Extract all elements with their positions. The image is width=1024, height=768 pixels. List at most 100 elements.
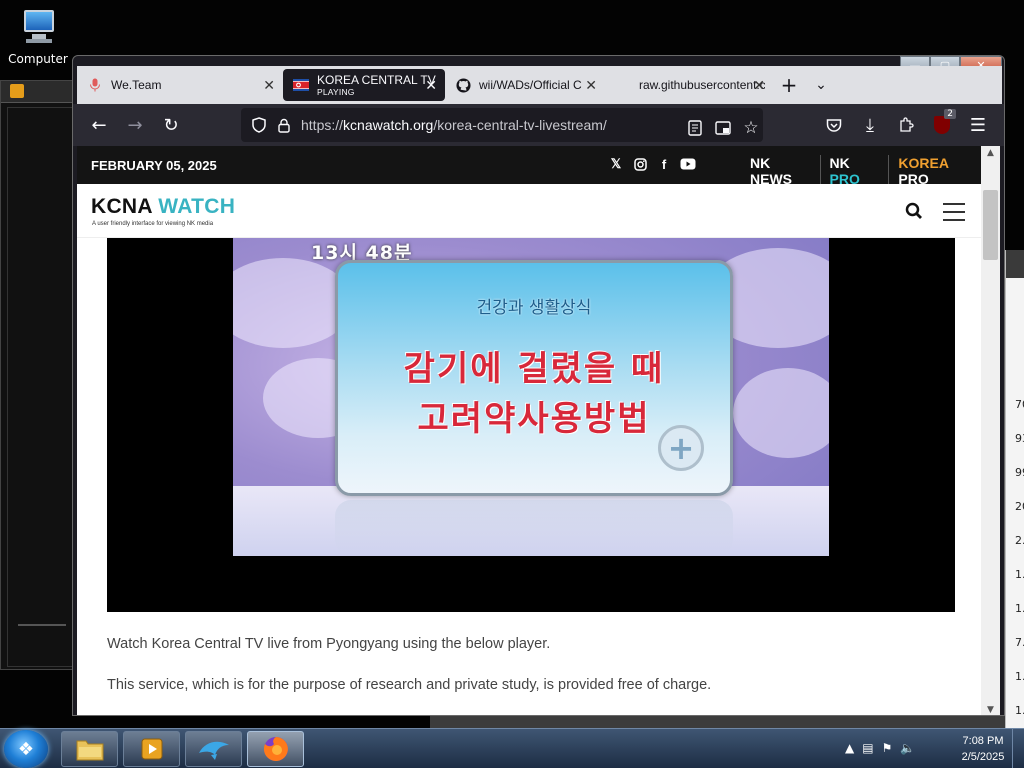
list-all-tabs-button[interactable]: ⌄ xyxy=(805,69,837,101)
network-brands: NK NEWS NK PRO KOREA PRO xyxy=(741,155,985,187)
tab-korea-central-tv[interactable]: KOREA CENTRAL TV PLAYING ✕ xyxy=(283,69,445,101)
web-content: FEBRUARY 05, 2025 𝕏 f NK NEWS NK PRO KOR… xyxy=(77,146,985,715)
show-hidden-icons-icon[interactable]: ▲ xyxy=(845,741,854,755)
url-text[interactable]: https://kcnawatch.org/korea-central-tv-l… xyxy=(301,117,607,133)
scroll-up-icon[interactable]: ▲ xyxy=(981,146,1000,160)
forward-button[interactable]: → xyxy=(117,107,153,143)
media-player-icon xyxy=(141,738,162,760)
search-icon xyxy=(905,202,922,219)
tab-playing-label: PLAYING xyxy=(317,87,355,97)
reader-view-icon[interactable] xyxy=(681,110,709,146)
computer-icon xyxy=(16,8,60,46)
downloads-button[interactable]: ⤓ xyxy=(852,107,888,143)
shield-icon[interactable] xyxy=(245,107,273,143)
ublock-badge: 2 xyxy=(944,109,956,119)
microphone-icon xyxy=(87,77,103,93)
show-desktop-button[interactable] xyxy=(1012,729,1024,768)
tab-github-wii[interactable]: wii/WADs/Official C ✕ xyxy=(445,69,605,101)
ublock-button[interactable]: 2 xyxy=(924,107,960,143)
taskbar-explorer[interactable] xyxy=(61,731,118,767)
arrow-right-icon: → xyxy=(127,114,143,136)
taskbar-clock[interactable]: 7:08 PM 2/5/2025 xyxy=(948,733,1018,765)
toolbar-right: ⤓ 2 ☰ xyxy=(816,107,996,143)
site-date: FEBRUARY 05, 2025 xyxy=(91,157,217,173)
cell-value: 1. xyxy=(1015,568,1024,581)
cell-value: 2. xyxy=(1015,534,1024,547)
intro-paragraph: Watch Korea Central TV live from Pyongya… xyxy=(107,636,551,652)
computer-icon-label: Computer xyxy=(8,52,68,66)
start-button[interactable]: ❖ xyxy=(4,730,48,768)
tab-title: KOREA CENTRAL TV xyxy=(317,73,436,87)
facebook-icon[interactable]: f xyxy=(655,154,673,174)
tab-strip: We.Team ✕ KOREA CENTRAL TV PLAYING ✕ wii… xyxy=(77,66,1002,104)
clock-date: 2/5/2025 xyxy=(961,751,1005,763)
tab-title: raw.githubusercontent.c xyxy=(639,78,765,92)
download-icon: ⤓ xyxy=(866,114,874,136)
picture-in-picture-icon[interactable] xyxy=(709,110,737,146)
app-menu-button[interactable]: ☰ xyxy=(960,107,996,143)
background-window-left[interactable] xyxy=(0,80,80,670)
browser-window: — ▢ ✕ We.Team ✕ KOREA CENTRAL TV PLAYING… xyxy=(72,55,1005,716)
lock-icon[interactable] xyxy=(273,107,295,143)
close-tab-icon[interactable]: ✕ xyxy=(753,77,765,94)
url-bar[interactable]: https://kcnawatch.org/korea-central-tv-l… xyxy=(241,108,763,142)
program-title-card: 건강과 생활상식 감기에 걸렸을 때 고려약사용방법 + xyxy=(335,260,733,496)
taskbar-firefox[interactable] xyxy=(247,731,304,767)
nk-pro-link[interactable]: NK PRO xyxy=(819,155,889,187)
search-button[interactable] xyxy=(905,202,925,222)
scrollbar-thumb[interactable] xyxy=(983,190,998,260)
taskbar-media-player[interactable] xyxy=(123,731,180,767)
page-scrollbar[interactable]: ▲ ▼ xyxy=(981,146,1000,715)
youtube-icon[interactable] xyxy=(679,154,697,174)
volume-icon[interactable]: 🔈 xyxy=(900,741,915,755)
video-player[interactable]: 13시 48분 건강과 생활상식 감기에 걸렸을 때 고려약사용방법 + xyxy=(107,238,955,612)
nk-news-link[interactable]: NK NEWS xyxy=(741,155,820,187)
cell-value: 7. xyxy=(1015,636,1024,649)
korea-pro-link[interactable]: KOREA PRO xyxy=(888,155,985,187)
reload-icon: ↻ xyxy=(163,114,179,136)
cell-value: 99 xyxy=(1015,466,1024,479)
medical-cross-icon: + xyxy=(658,425,704,471)
instagram-icon[interactable] xyxy=(631,154,649,174)
reload-button[interactable]: ↻ xyxy=(153,107,189,143)
cell-value: 93 xyxy=(1015,432,1024,445)
program-subtitle: 건강과 생활상식 xyxy=(476,298,592,318)
new-tab-button[interactable]: + xyxy=(773,69,805,101)
hamburger-icon: ☰ xyxy=(969,114,987,136)
plus-icon: + xyxy=(780,73,798,97)
action-center-flag-icon[interactable]: ⚑ xyxy=(882,741,893,755)
bookmark-star-icon[interactable]: ☆ xyxy=(737,110,765,146)
tab-title: We.Team xyxy=(111,78,162,92)
site-header: KCNA WATCH A user friendly interface for… xyxy=(77,184,985,238)
pocket-button[interactable] xyxy=(816,107,852,143)
github-icon xyxy=(455,77,471,93)
close-tab-icon[interactable]: ✕ xyxy=(585,77,597,94)
system-tray: ▲ ▤ ⚑ 🔈 xyxy=(845,741,915,755)
taskbar-dolphin[interactable] xyxy=(185,731,242,767)
network-icon[interactable]: ▤ xyxy=(862,741,873,755)
back-button[interactable]: ← xyxy=(81,107,117,143)
tab-weteam[interactable]: We.Team ✕ xyxy=(77,69,283,101)
computer-desktop-icon[interactable]: Computer xyxy=(6,8,70,66)
x-twitter-icon[interactable]: 𝕏 xyxy=(607,154,625,174)
site-tagline: A user friendly interface for viewing NK… xyxy=(92,221,214,227)
close-tab-icon[interactable]: ✕ xyxy=(425,77,437,94)
clock-time: 7:08 PM xyxy=(962,735,1004,747)
scroll-down-icon[interactable]: ▼ xyxy=(981,703,1000,715)
kcna-watch-logo[interactable]: KCNA WATCH xyxy=(91,195,235,219)
tab-raw-github[interactable]: raw.githubusercontent.c ✕ xyxy=(605,69,773,101)
background-window-right[interactable]: 70 93 99 20 2. 1. 1. 7. 1. 1. xyxy=(1005,250,1024,728)
extensions-button[interactable] xyxy=(888,107,924,143)
puzzle-icon xyxy=(900,117,914,132)
close-tab-icon[interactable]: ✕ xyxy=(263,77,275,94)
site-topbar: FEBRUARY 05, 2025 𝕏 f NK NEWS NK PRO KOR… xyxy=(77,146,985,187)
taskbar: ❖ ▲ ▤ ⚑ 🔈 7:08 PM 2/5/2025 xyxy=(0,728,1024,768)
chevron-down-icon: ⌄ xyxy=(815,77,827,93)
cell-value: 20 xyxy=(1015,500,1024,513)
media-player-icon xyxy=(10,84,24,98)
video-frame: 13시 48분 건강과 생활상식 감기에 걸렸을 때 고려약사용방법 + xyxy=(233,238,829,556)
cell-value: 1. xyxy=(1015,670,1024,683)
site-menu-button[interactable] xyxy=(943,203,965,221)
cell-value: 1. xyxy=(1015,602,1024,615)
firefox-icon xyxy=(263,737,288,761)
